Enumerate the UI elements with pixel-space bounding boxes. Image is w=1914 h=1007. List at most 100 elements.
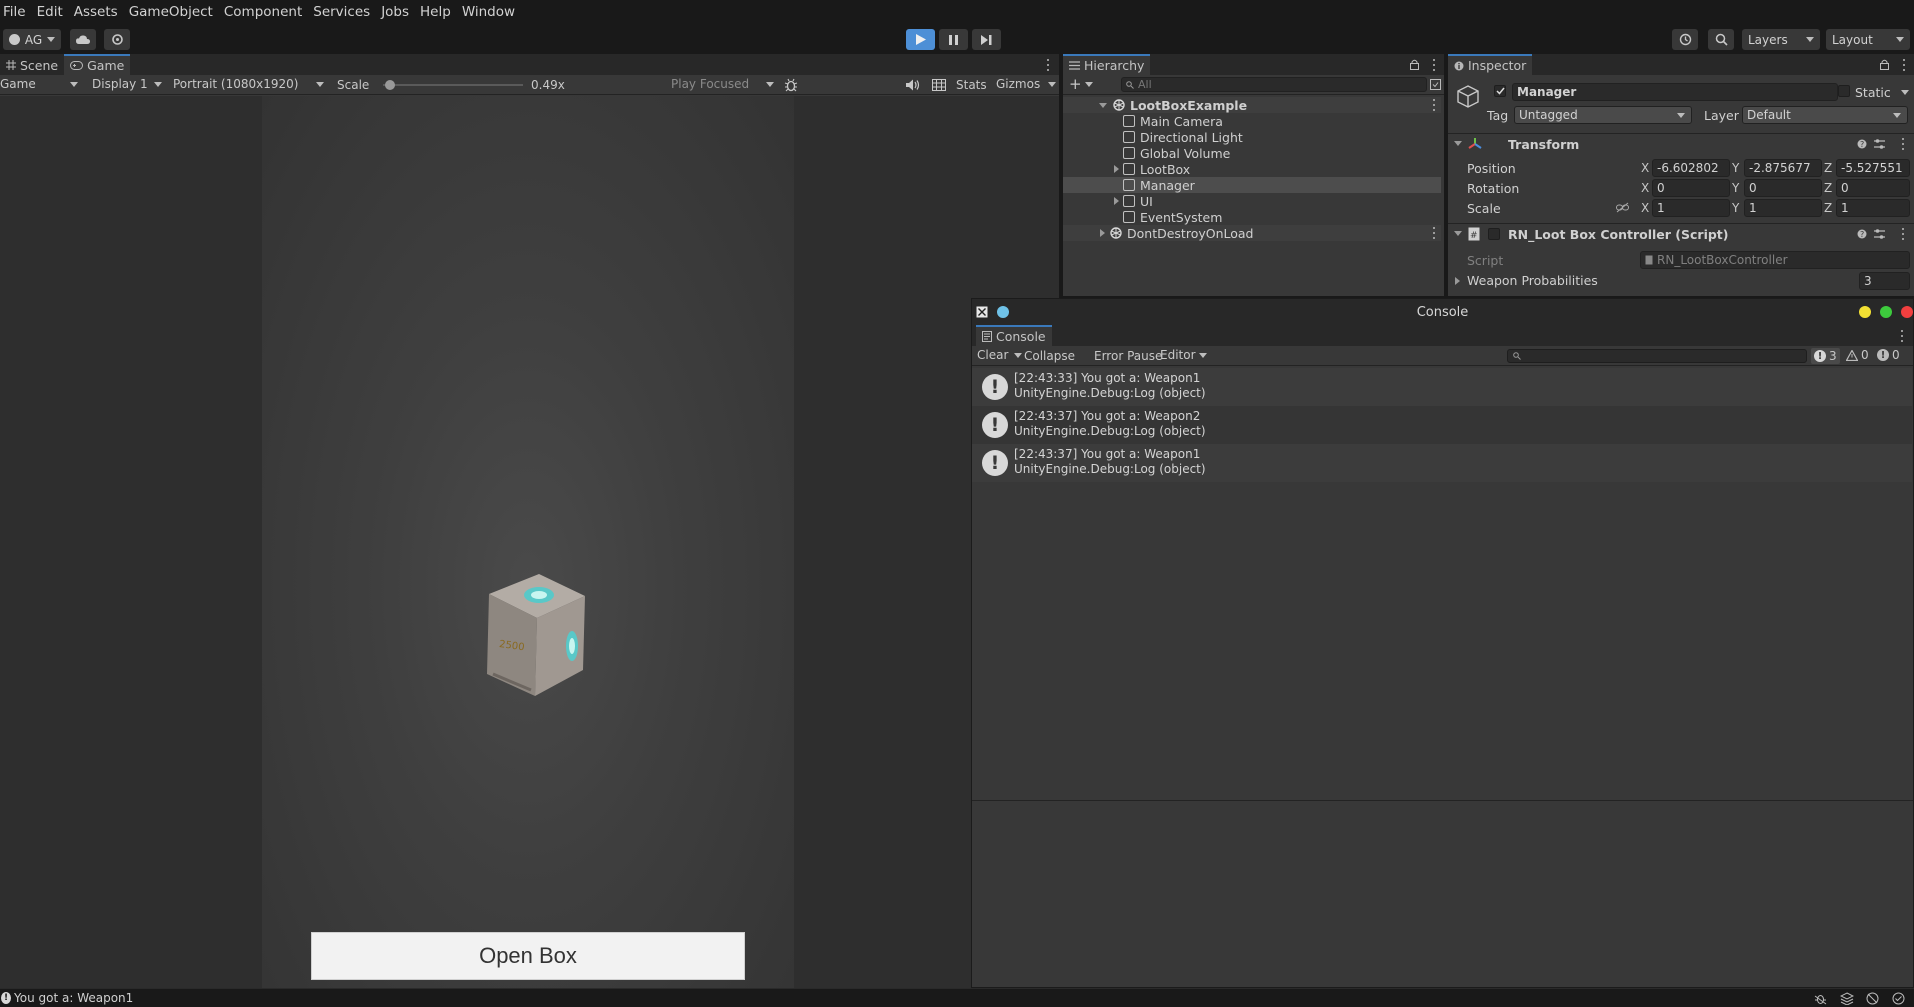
status-message[interactable]: You got a: Weapon1 [14,991,133,1005]
account-button[interactable]: AG [3,29,61,50]
play-mode-dropdown[interactable]: Play Focused [671,77,774,91]
log-filter-toggle[interactable]: ! 3 [1811,348,1840,364]
bug-icon[interactable] [1814,992,1827,1005]
speaker-icon[interactable] [906,79,920,91]
check-circle-icon[interactable] [1892,992,1905,1005]
menu-edit[interactable]: Edit [34,4,71,20]
stats-button[interactable]: Stats [956,78,987,92]
search-button[interactable] [1708,29,1734,50]
log-entry[interactable]: ! [22:43:37] You got a: Weapon2 UnityEng… [972,406,1912,444]
chevron-down-icon[interactable] [1901,90,1909,95]
kebab-menu-icon[interactable] [1901,228,1904,240]
warning-filter-toggle[interactable]: 0 [1846,348,1869,362]
expand-arrow-icon[interactable] [1454,141,1462,146]
expand-arrow-icon[interactable] [1114,197,1119,205]
lock-icon[interactable] [1410,59,1419,70]
help-icon[interactable]: ? [1857,139,1867,149]
menu-assets[interactable]: Assets [71,4,126,20]
log-entry[interactable]: ! [22:43:33] You got a: Weapon1 UnityEng… [972,368,1912,406]
view-select-dropdown[interactable]: Game [0,77,82,91]
layout-dropdown[interactable]: Layout [1826,29,1910,50]
layers-dropdown[interactable]: Layers [1742,29,1820,50]
maximize-icon[interactable] [1880,306,1892,318]
error-pause-button[interactable]: Error Pause [1094,349,1162,363]
collapse-button[interactable]: Collapse [1024,349,1075,363]
tab-scene[interactable]: Scene [0,55,64,75]
layer-dropdown[interactable]: Default [1742,106,1908,124]
scene-root-item[interactable]: LootBoxExample [1063,97,1441,113]
kebab-menu-icon[interactable] [1432,99,1435,111]
static-checkbox[interactable] [1838,85,1850,97]
kebab-menu-icon[interactable] [1902,59,1905,71]
expand-arrow-icon[interactable] [1114,165,1119,173]
position-x-field[interactable]: -6.602802 [1652,159,1730,177]
scene-visibility-icon[interactable] [1430,79,1441,90]
collab-button[interactable] [104,29,130,50]
tab-inspector[interactable]: Inspector [1448,54,1533,75]
clear-dropdown[interactable]: Clear [977,348,1023,362]
menu-services[interactable]: Services [310,4,378,20]
hierarchy-item-main-camera[interactable]: Main Camera [1063,113,1441,129]
menu-jobs[interactable]: Jobs [378,4,417,20]
expand-arrow-icon[interactable] [1455,277,1460,285]
network-icon[interactable] [1866,992,1879,1005]
weapon-probabilities-row[interactable]: Weapon Probabilities 3 [1448,272,1914,290]
tag-dropdown[interactable]: Untagged [1514,106,1692,124]
scale-z-field[interactable]: 1 [1836,199,1910,217]
hierarchy-item-eventsystem[interactable]: EventSystem [1063,209,1441,225]
console-detail-pane[interactable] [972,802,1913,987]
expand-arrow-icon[interactable] [1100,229,1105,237]
menu-gameobject[interactable]: GameObject [126,4,221,20]
grid-overlay-icon[interactable] [932,79,946,91]
kebab-menu-icon[interactable] [1901,138,1904,150]
expand-arrow-icon[interactable] [1454,231,1462,236]
active-checkbox[interactable] [1494,85,1506,97]
ddol-root-item[interactable]: DontDestroyOnLoad [1063,225,1441,241]
object-name-field[interactable]: Manager [1512,83,1838,101]
component-enabled-checkbox[interactable] [1488,228,1500,240]
step-button[interactable] [972,29,1001,50]
play-button[interactable] [906,29,935,50]
hierarchy-item-manager[interactable]: Manager [1063,177,1441,193]
scale-y-field[interactable]: 1 [1744,199,1822,217]
error-filter-toggle[interactable]: ! 0 [1877,348,1900,362]
minimize-icon[interactable] [1859,306,1871,318]
pause-button[interactable] [939,29,968,50]
menu-help[interactable]: Help [417,4,459,20]
kebab-menu-icon[interactable] [1432,227,1435,239]
hierarchy-item-directional-light[interactable]: Directional Light [1063,129,1441,145]
hierarchy-item-global-volume[interactable]: Global Volume [1063,145,1441,161]
preset-icon[interactable] [1874,229,1885,239]
resolution-dropdown[interactable]: Portrait (1080x1920) [173,77,328,91]
add-object-button[interactable]: + [1069,77,1093,92]
scale-x-field[interactable]: 1 [1652,199,1730,217]
scale-slider[interactable] [383,80,523,90]
tab-hierarchy[interactable]: Hierarchy [1063,54,1151,75]
expand-arrow-icon[interactable] [1099,102,1107,108]
history-button[interactable] [1672,29,1698,50]
tab-console[interactable]: Console [976,325,1052,346]
close-window-icon[interactable] [1901,306,1913,318]
hierarchy-item-ui[interactable]: UI [1063,193,1441,209]
position-z-field[interactable]: -5.527551 [1836,159,1910,177]
scale-slider-thumb[interactable] [385,80,395,90]
kebab-menu-icon[interactable] [1432,59,1435,71]
editor-dropdown[interactable]: Editor [1160,348,1207,362]
console-titlebar[interactable]: Console [972,299,1913,325]
position-y-field[interactable]: -2.875677 [1744,159,1822,177]
open-box-button[interactable]: Open Box [311,932,745,980]
log-entry[interactable]: ! [22:43:37] You got a: Weapon1 UnityEng… [972,444,1912,482]
lock-icon[interactable] [1880,59,1889,70]
help-icon[interactable]: ? [1857,229,1867,239]
kebab-menu-icon[interactable] [1046,59,1049,71]
gizmos-dropdown[interactable]: Gizmos [996,77,1056,91]
menu-file[interactable]: File [0,4,34,20]
tab-game[interactable]: Game [64,54,131,75]
console-search-input[interactable] [1507,349,1807,363]
game-viewport[interactable]: 2500 Open Box [262,96,794,988]
script-component-header[interactable]: # RN_Loot Box Controller (Script) ? [1448,224,1914,244]
rotation-x-field[interactable]: 0 [1652,179,1730,197]
layers-icon[interactable] [1840,992,1854,1005]
cloud-button[interactable] [70,29,96,50]
rotation-y-field[interactable]: 0 [1744,179,1822,197]
